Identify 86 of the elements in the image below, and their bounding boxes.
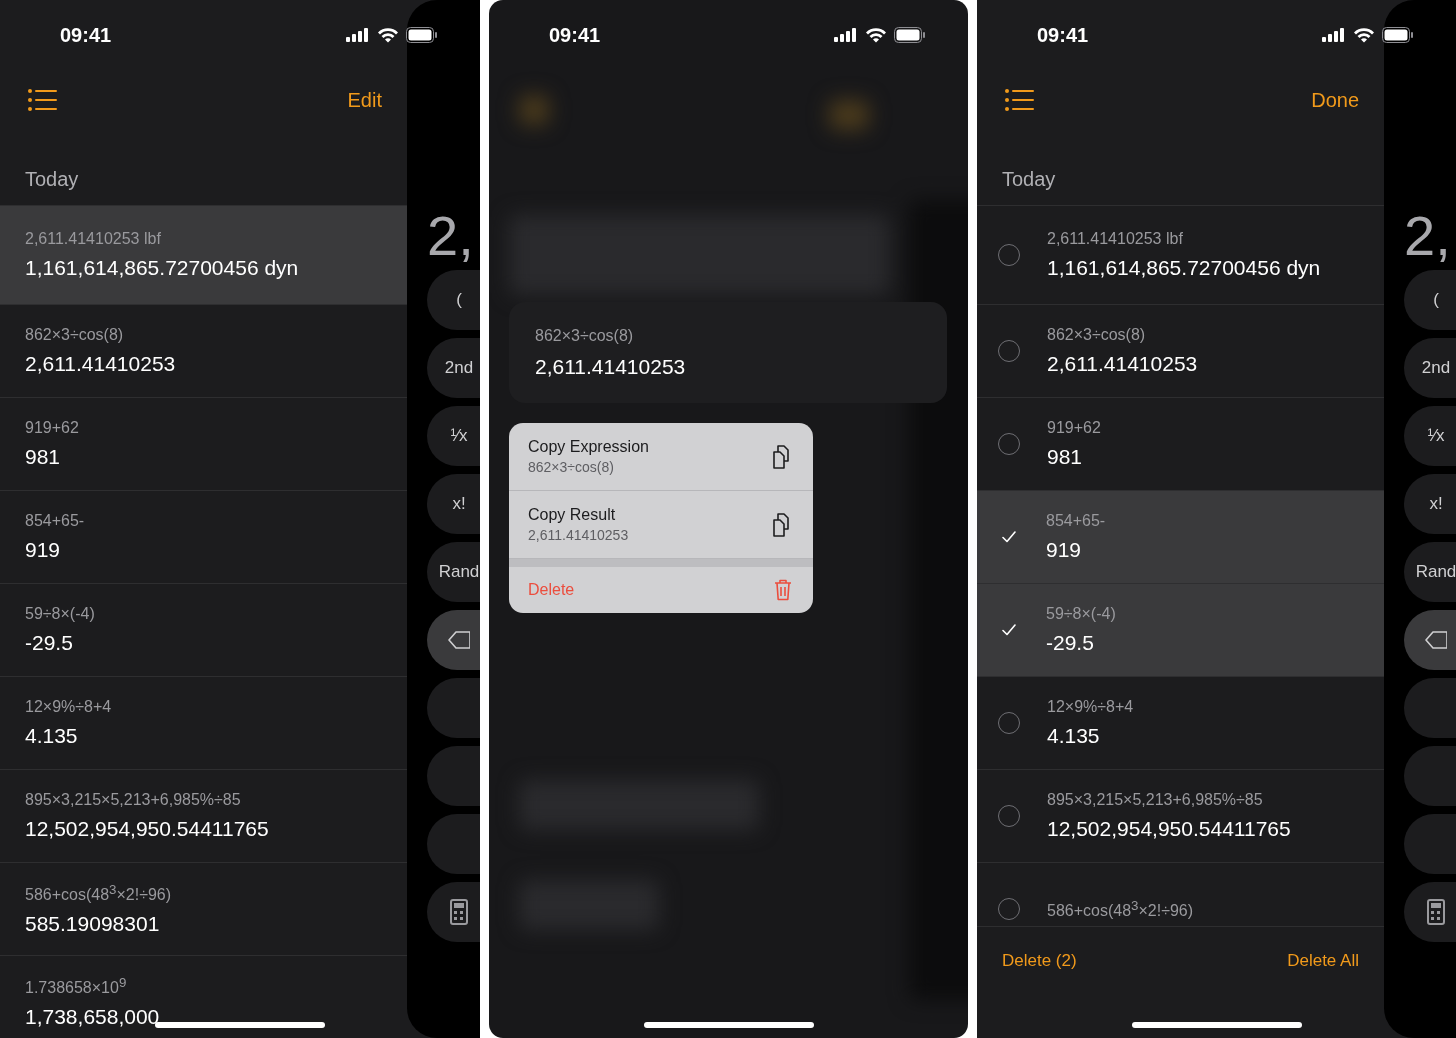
expression-text: 862×3÷cos(8) [25,326,125,344]
trash-icon [774,579,792,601]
history-row[interactable]: 854+65- 919 [977,490,1384,583]
battery-icon [406,27,438,43]
menu-item-title: Copy Expression [528,438,649,456]
section-header: Today [1001,167,1057,192]
result-text: 12,502,954,950.54411765 [1047,817,1291,841]
result-text: 4.135 [25,724,79,748]
signal-icon [834,28,858,42]
calculator-icon [1427,899,1445,925]
expression-text: 895×3,215×5,213+6,985%÷85 [1047,791,1264,809]
calculator-display: 2, [427,206,475,266]
result-text: 981 [1047,445,1084,469]
menu-item-detail: 862×3÷cos(8) [528,459,615,475]
result-text: 2,611.41410253 [25,352,176,376]
calculator-key[interactable]: Rand [1404,542,1456,602]
history-row[interactable]: 59÷8×(-4) -29.5 [977,583,1384,676]
signal-icon [1322,28,1346,42]
copy-icon [772,512,792,537]
result-text: 2,611.41410253 [1047,352,1198,376]
battery-icon [894,27,926,43]
wifi-icon [377,27,399,43]
expression-text: 12×9%÷8+4 [25,698,112,716]
calculator-key[interactable]: 2nd [1404,338,1456,398]
expression-text: 59÷8×(-4) [25,605,95,623]
check-icon[interactable] [1002,531,1016,543]
menu-item-title: Delete [528,581,575,599]
menu-item[interactable]: Copy Expression 862×3÷cos(8) [509,423,813,491]
expression-text: 919+62 [1047,419,1101,437]
calculator-key[interactable]: ¹⁄x [427,406,480,466]
result-text: 12,502,954,950.54411765 [25,817,269,841]
result-text: 919 [25,538,62,562]
expression-text: 919+62 [25,419,79,437]
calculator-key[interactable]: x! [1404,474,1456,534]
section-header: Today [24,167,80,192]
expression-text: 862×3÷cos(8) [1047,326,1147,344]
expression-text: 854+65- [25,512,85,530]
list-icon[interactable] [28,89,58,111]
expression-text: 59÷8×(-4) [1046,605,1116,623]
result-text: -29.5 [25,631,74,655]
status-time: 09:41 [60,23,112,47]
expression-text: 12×9%÷8+4 [1047,698,1134,716]
status-time: 09:41 [549,23,601,47]
calculator-key[interactable]: 2nd [427,338,480,398]
wifi-icon [865,27,887,43]
calculator-icon [450,899,468,925]
signal-icon [346,28,370,42]
menu-item-title: Copy Result [528,506,617,524]
expression-text: 854+65- [1046,512,1106,530]
result-text: -29.5 [1046,631,1095,655]
expression-text: 586+cos(48$^{3}$×2!÷96) [1047,897,1194,921]
status-time: 09:41 [1037,23,1089,47]
calculator-display: 2, [1404,206,1452,266]
result-text: 1,738,658,000 [25,1005,160,1030]
battery-icon [1382,27,1414,43]
expression-text: 1.738658×10$^{9}$ [25,974,128,998]
check-icon[interactable] [1002,624,1016,636]
toolbar-button[interactable]: Delete (2) [1002,951,1077,975]
expression-text: 895×3,215×5,213+6,985%÷85 [25,791,242,809]
calculator-key[interactable]: ( [1404,270,1456,330]
toolbar-button[interactable]: Delete All [1287,951,1359,975]
backspace-icon [448,630,470,650]
calculator-key[interactable]: x! [427,474,480,534]
calculator-key[interactable]: ( [427,270,480,330]
result-text: 4.135 [1047,724,1101,748]
expression-text: 862×3÷cos(8) [535,326,635,345]
result-text: 1,161,614,865.72700456 dyn [25,256,299,280]
menu-item[interactable]: Copy Result 2,611.41410253 [509,491,813,559]
menu-item-detail: 2,611.41410253 [528,527,629,543]
expression-text: 2,611.41410253 lbf [25,230,162,248]
wifi-icon [1353,27,1375,43]
result-text: 585.19098301 [25,912,161,937]
result-text: 1,161,614,865.72700456 dyn [1047,256,1321,280]
backspace-icon [1425,630,1447,650]
result-text: 981 [25,445,62,469]
history-row[interactable]: 2,611.41410253 lbf 1,161,614,865.72700456 dyn [0,205,407,304]
list-icon[interactable] [1005,89,1035,111]
copy-icon [772,444,792,469]
expression-text: 586+cos(48$^{3}$×2!÷96) [25,881,172,905]
result-text: 2,611.41410253 [535,354,687,379]
result-text: 919 [1046,538,1083,562]
calculator-key[interactable]: ¹⁄x [1404,406,1456,466]
expression-text: 2,611.41410253 lbf [1047,230,1184,248]
nav-action-button[interactable]: Edit [347,88,382,112]
calculator-key[interactable]: Rand [427,542,480,602]
nav-action-button[interactable]: Done [1311,88,1359,112]
